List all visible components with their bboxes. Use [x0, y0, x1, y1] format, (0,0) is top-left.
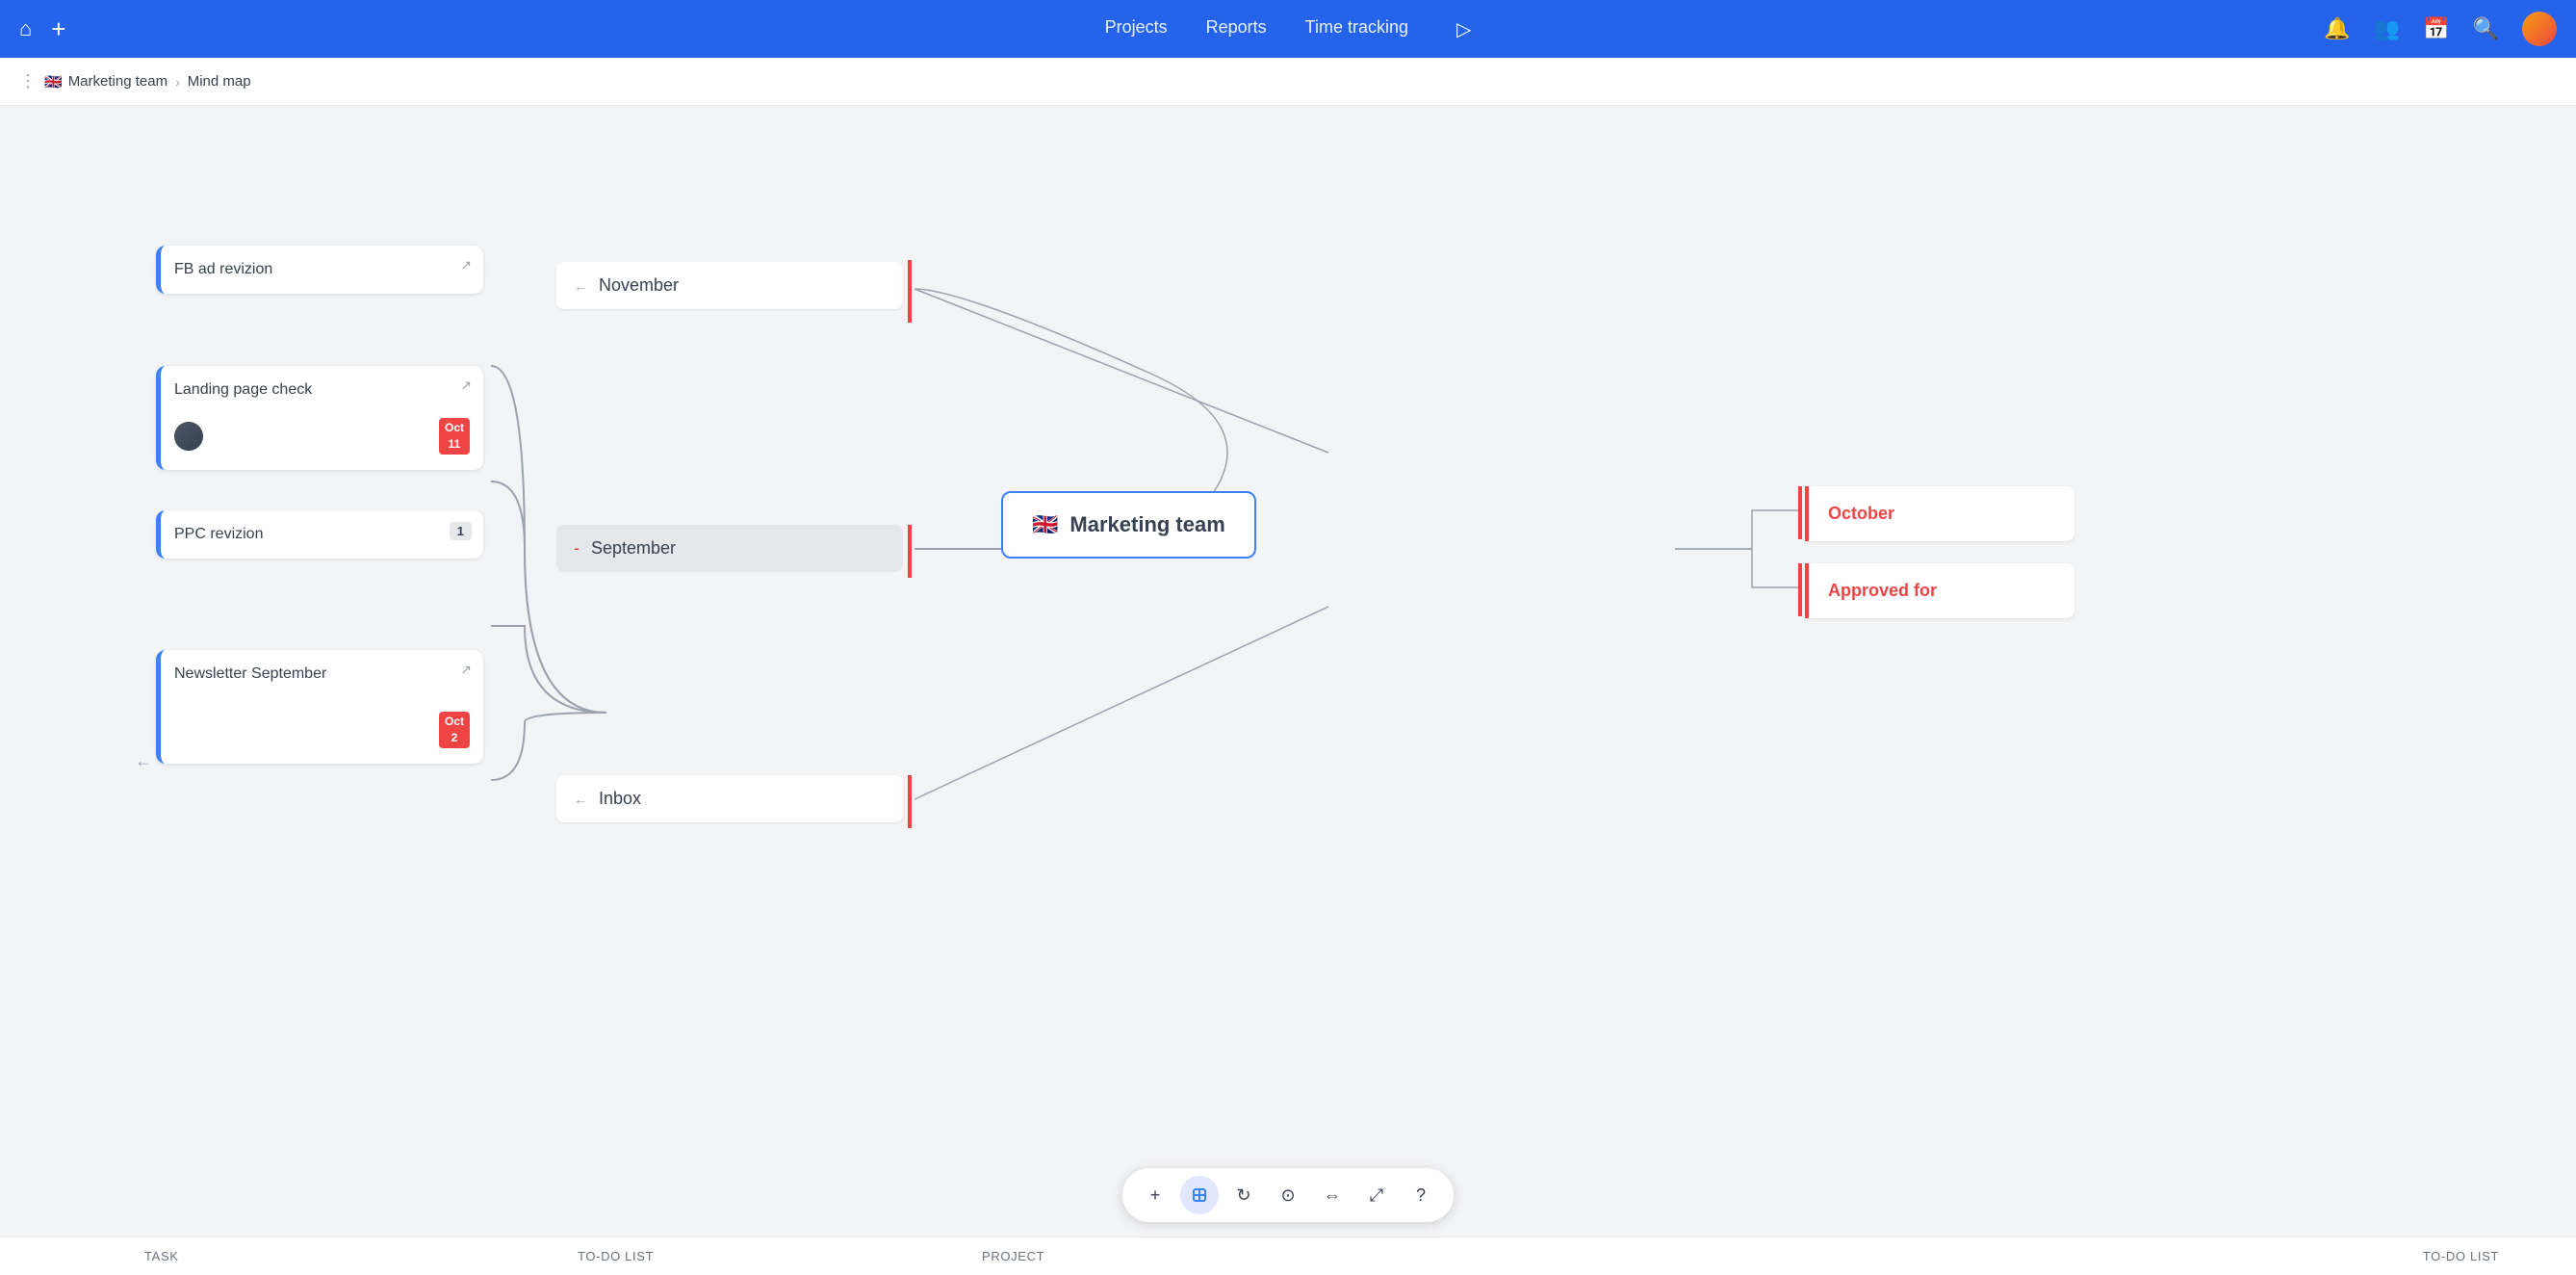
september-label: September — [591, 538, 676, 559]
nav-projects[interactable]: Projects — [1105, 17, 1168, 41]
header: ⌂ + Projects Reports Time tracking ▷ 🔔 👥… — [0, 0, 2576, 58]
user-avatar[interactable] — [2522, 12, 2557, 46]
landing-page-title: Landing page check — [174, 381, 470, 399]
search-icon[interactable]: 🔍 — [2473, 16, 2499, 41]
inbox-back-arrow: ← — [574, 792, 587, 807]
fb-ad-card[interactable]: ↗ FB ad revizion — [156, 246, 483, 294]
toolbar: + ↻ ⊙ ⇔ ⤢ ? — [1122, 1168, 1454, 1222]
toolbar-redo[interactable]: ↻ — [1224, 1176, 1263, 1214]
team-flag: 🇬🇧 — [44, 73, 63, 91]
bottom-labels: TASK TO-DO LIST PROJECT TO-DO LIST — [0, 1236, 2576, 1275]
mind-map-canvas[interactable]: ↗ FB ad revizion ↗ Landing page check Oc… — [0, 106, 2576, 1236]
september-dash: - — [574, 538, 580, 559]
toolbar-add[interactable]: + — [1136, 1176, 1174, 1214]
newsletter-card[interactable]: ↗ Newsletter September Oct 2 — [156, 650, 483, 764]
header-right: 🔔 👥 📅 🔍 — [2324, 12, 2557, 46]
landing-page-avatar — [174, 422, 203, 451]
breadcrumb-current: Mind map — [188, 73, 251, 90]
label-todo2: TO-DO LIST — [2423, 1249, 2499, 1263]
breadcrumb: ⋮ 🇬🇧 Marketing team › Mind map — [0, 58, 2576, 106]
newsletter-badge: Oct 2 — [439, 712, 470, 748]
landing-page-badge: Oct 11 — [439, 418, 470, 455]
breadcrumb-team[interactable]: 🇬🇧 Marketing team — [44, 73, 167, 91]
ppc-count: 1 — [450, 522, 472, 540]
center-title: Marketing team — [1069, 512, 1224, 537]
newsletter-footer: Oct 2 — [174, 712, 470, 748]
nav-time-tracking[interactable]: Time tracking — [1305, 17, 1408, 41]
play-icon[interactable]: ▷ — [1456, 17, 1471, 41]
notification-icon[interactable]: 🔔 — [2324, 16, 2350, 41]
header-left: ⌂ + — [19, 14, 65, 44]
home-icon[interactable]: ⌂ — [19, 16, 32, 41]
inbox-node[interactable]: ← Inbox — [556, 775, 903, 822]
ppc-title: PPC revizion — [174, 526, 470, 543]
newsletter-title: Newsletter September — [174, 665, 470, 683]
landing-page-card[interactable]: ↗ Landing page check Oct 11 — [156, 366, 483, 470]
toolbar-fullscreen[interactable]: ⤢ — [1357, 1176, 1396, 1214]
label-todo1: TO-DO LIST — [578, 1249, 654, 1263]
ppc-card[interactable]: PPC revizion 1 — [156, 510, 483, 559]
calendar-icon[interactable]: 📅 — [2423, 16, 2449, 41]
toolbar-cursor[interactable] — [1180, 1176, 1219, 1214]
fb-ad-title: FB ad revizion — [174, 261, 470, 278]
september-node[interactable]: - September — [556, 525, 903, 572]
toolbar-target[interactable]: ⊙ — [1269, 1176, 1307, 1214]
newsletter-arrow[interactable]: ↗ — [460, 662, 472, 678]
november-back-arrow: ← — [574, 278, 587, 294]
header-nav: Projects Reports Time tracking ▷ — [1105, 17, 1472, 41]
landing-page-arrow[interactable]: ↗ — [460, 377, 472, 394]
center-node[interactable]: 🇬🇧 Marketing team — [1001, 491, 1256, 559]
october-node[interactable]: October — [1805, 486, 2074, 541]
breadcrumb-menu[interactable]: ⋮ — [19, 71, 37, 91]
label-task: TASK — [144, 1249, 179, 1263]
toolbar-expand[interactable]: ⇔ — [1313, 1176, 1352, 1214]
approved-node[interactable]: Approved for — [1805, 563, 2074, 618]
label-project: PROJECT — [982, 1249, 1044, 1263]
breadcrumb-separator: › — [175, 74, 180, 90]
nav-reports[interactable]: Reports — [1206, 17, 1267, 41]
november-label: November — [599, 275, 679, 296]
inbox-label: Inbox — [599, 789, 641, 809]
november-node[interactable]: ← November — [556, 262, 903, 309]
october-label: October — [1828, 504, 1894, 523]
fb-ad-arrow[interactable]: ↗ — [460, 257, 472, 273]
center-flag: 🇬🇧 — [1032, 512, 1058, 537]
back-arrow-left[interactable]: ← — [135, 751, 152, 771]
toolbar-help[interactable]: ? — [1402, 1176, 1440, 1214]
people-icon[interactable]: 👥 — [2374, 16, 2400, 41]
add-button[interactable]: + — [51, 14, 65, 44]
landing-page-footer: Oct 11 — [174, 418, 470, 455]
approved-label: Approved for — [1828, 581, 1937, 600]
